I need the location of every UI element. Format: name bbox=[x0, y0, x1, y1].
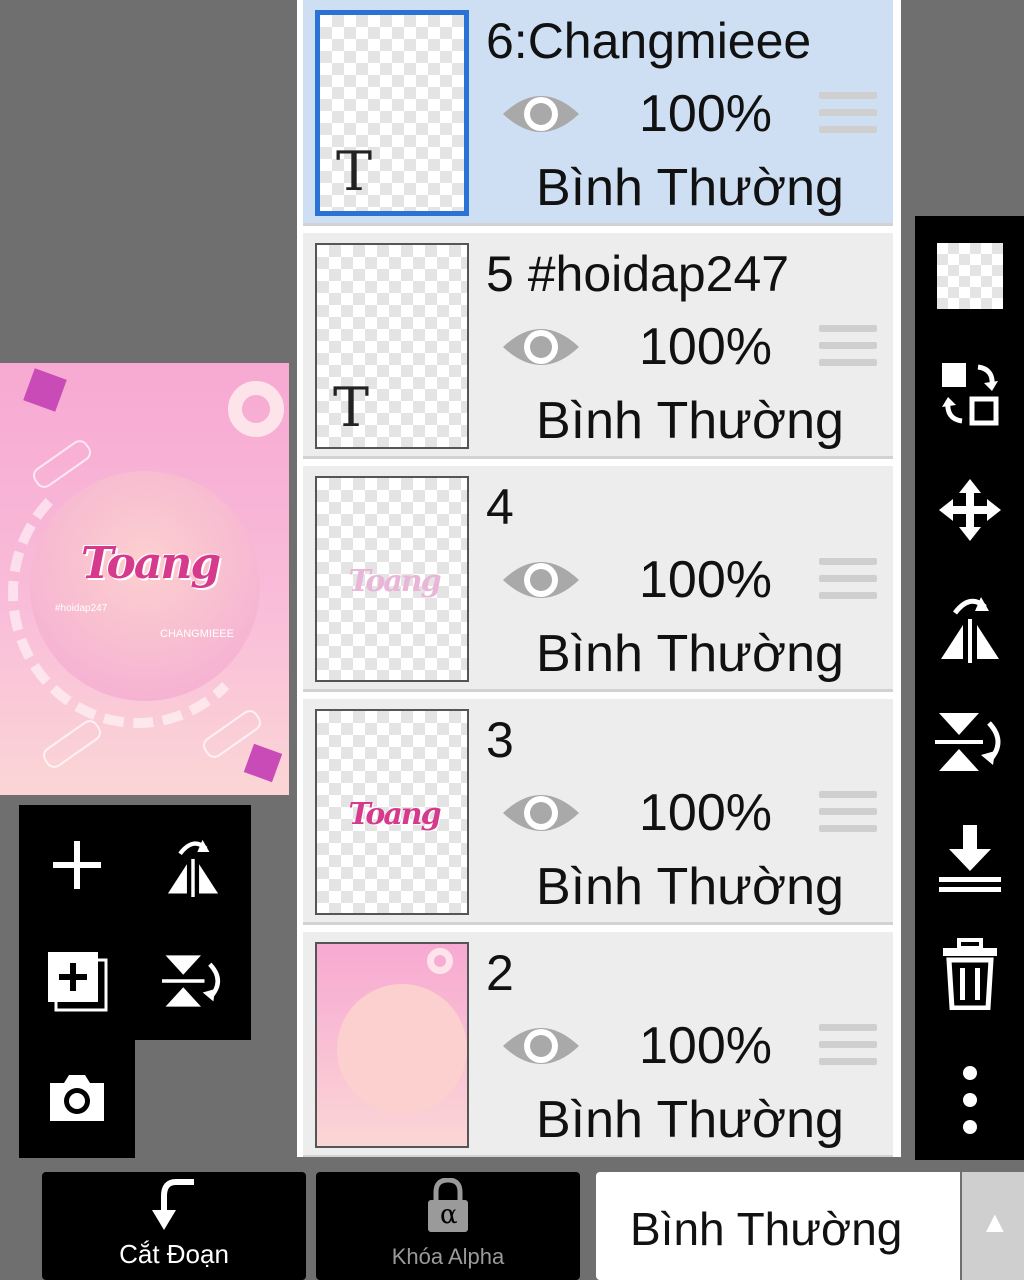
layers-panel: T 6:Changmieee 100% Bình Thường T 5 #hoi… bbox=[297, 0, 901, 1157]
drag-handle-icon[interactable] bbox=[819, 791, 877, 837]
flip-vertical-icon[interactable] bbox=[135, 923, 251, 1039]
flip-horizontal-icon[interactable] bbox=[135, 807, 251, 923]
canvas-preview: Toang #hoidap247 CHANGMIEEE bbox=[0, 363, 289, 795]
thumb-word-art: Toang bbox=[348, 797, 441, 832]
drag-handle-icon[interactable] bbox=[819, 92, 877, 138]
layer-name: 3 bbox=[486, 712, 514, 768]
left-toolbar-bottom bbox=[19, 1040, 135, 1158]
eye-icon[interactable] bbox=[501, 317, 581, 377]
preview-pill bbox=[39, 716, 105, 772]
eye-icon[interactable] bbox=[501, 783, 581, 843]
flip-vertical-icon[interactable] bbox=[915, 692, 1024, 792]
eye-icon[interactable] bbox=[501, 550, 581, 610]
alpha-glyph: α bbox=[440, 1200, 458, 1230]
layer-thumbnail: Toang bbox=[315, 476, 469, 682]
merge-down-icon[interactable] bbox=[915, 808, 1024, 908]
layer-blend-mode: Bình Thường bbox=[536, 1091, 844, 1149]
thumb-donut bbox=[427, 948, 453, 974]
preview-small-text: #hoidap247 bbox=[55, 603, 108, 614]
blend-mode-value: Bình Thường bbox=[630, 1203, 903, 1255]
clip-button[interactable]: Cắt Đoạn bbox=[42, 1172, 306, 1280]
blend-mode-select[interactable]: Bình Thường bbox=[596, 1172, 960, 1280]
swap-layers-icon[interactable] bbox=[915, 344, 1024, 444]
layer-opacity[interactable]: 100% bbox=[639, 317, 772, 377]
more-icon[interactable] bbox=[915, 1050, 1024, 1150]
eye-icon[interactable] bbox=[501, 84, 581, 144]
text-layer-glyph: T bbox=[333, 376, 370, 439]
thumb-word-art: Toang bbox=[348, 564, 441, 599]
left-toolbar bbox=[19, 805, 251, 1040]
drag-handle-icon[interactable] bbox=[819, 1024, 877, 1070]
drag-handle-icon[interactable] bbox=[819, 325, 877, 371]
move-icon[interactable] bbox=[915, 460, 1024, 560]
layer-blend-mode: Bình Thường bbox=[536, 392, 844, 450]
layer-opacity[interactable]: 100% bbox=[639, 84, 772, 144]
eye-icon[interactable] bbox=[501, 1016, 581, 1076]
preview-cube bbox=[243, 743, 283, 783]
layer-thumbnail: T bbox=[315, 243, 469, 449]
preview-cube bbox=[23, 368, 67, 412]
preview-ring bbox=[8, 458, 268, 728]
trash-icon[interactable] bbox=[915, 924, 1024, 1024]
chevron-up-icon: ▲ bbox=[980, 1206, 1010, 1239]
clip-label: Cắt Đoạn bbox=[119, 1239, 229, 1269]
alpha-lock-button[interactable]: α Khóa Alpha bbox=[316, 1172, 580, 1280]
layer-row[interactable]: Toang 3 100% Bình Thường bbox=[303, 699, 893, 925]
layer-row[interactable]: Toang 4 100% Bình Thường bbox=[303, 466, 893, 692]
add-layer-icon[interactable] bbox=[19, 807, 135, 923]
layer-opacity[interactable]: 100% bbox=[639, 550, 772, 610]
layer-thumbnail: T bbox=[315, 10, 469, 216]
layer-blend-mode: Bình Thường bbox=[536, 625, 844, 683]
camera-icon[interactable] bbox=[19, 1040, 135, 1156]
blend-mode-toggle[interactable]: ▲ bbox=[962, 1172, 1024, 1280]
layer-opacity[interactable]: 100% bbox=[639, 1016, 772, 1076]
layer-row[interactable]: 2 100% Bình Thường bbox=[303, 932, 893, 1157]
layer-name: 4 bbox=[486, 479, 514, 535]
layer-opacity[interactable]: 100% bbox=[639, 783, 772, 843]
layer-blend-mode: Bình Thường bbox=[536, 858, 844, 916]
layer-name: 6:Changmieee bbox=[486, 13, 812, 69]
right-toolbar bbox=[915, 216, 1024, 1160]
layer-blend-mode: Bình Thường bbox=[536, 159, 844, 217]
layer-row[interactable]: T 6:Changmieee 100% Bình Thường bbox=[303, 0, 893, 226]
alpha-lock-label: Khóa Alpha bbox=[391, 1244, 505, 1269]
text-layer-glyph: T bbox=[336, 140, 373, 203]
preview-small-text: CHANGMIEEE bbox=[160, 628, 234, 640]
transparency-icon[interactable] bbox=[915, 226, 1024, 326]
layer-thumbnail: Toang bbox=[315, 709, 469, 915]
preview-title-art: Toang bbox=[80, 538, 221, 589]
layer-row[interactable]: T 5 #hoidap247 100% Bình Thường bbox=[303, 233, 893, 459]
layer-name: 2 bbox=[486, 945, 514, 1001]
layer-name: 5 #hoidap247 bbox=[486, 246, 790, 302]
thumb-circle bbox=[337, 984, 467, 1114]
drag-handle-icon[interactable] bbox=[819, 558, 877, 604]
layer-thumbnail bbox=[315, 942, 469, 1148]
clip-arrow-icon bbox=[152, 1179, 194, 1230]
flip-horizontal-icon[interactable] bbox=[915, 576, 1024, 676]
add-layer-copy-icon[interactable] bbox=[19, 923, 135, 1039]
preview-donut bbox=[228, 381, 284, 437]
